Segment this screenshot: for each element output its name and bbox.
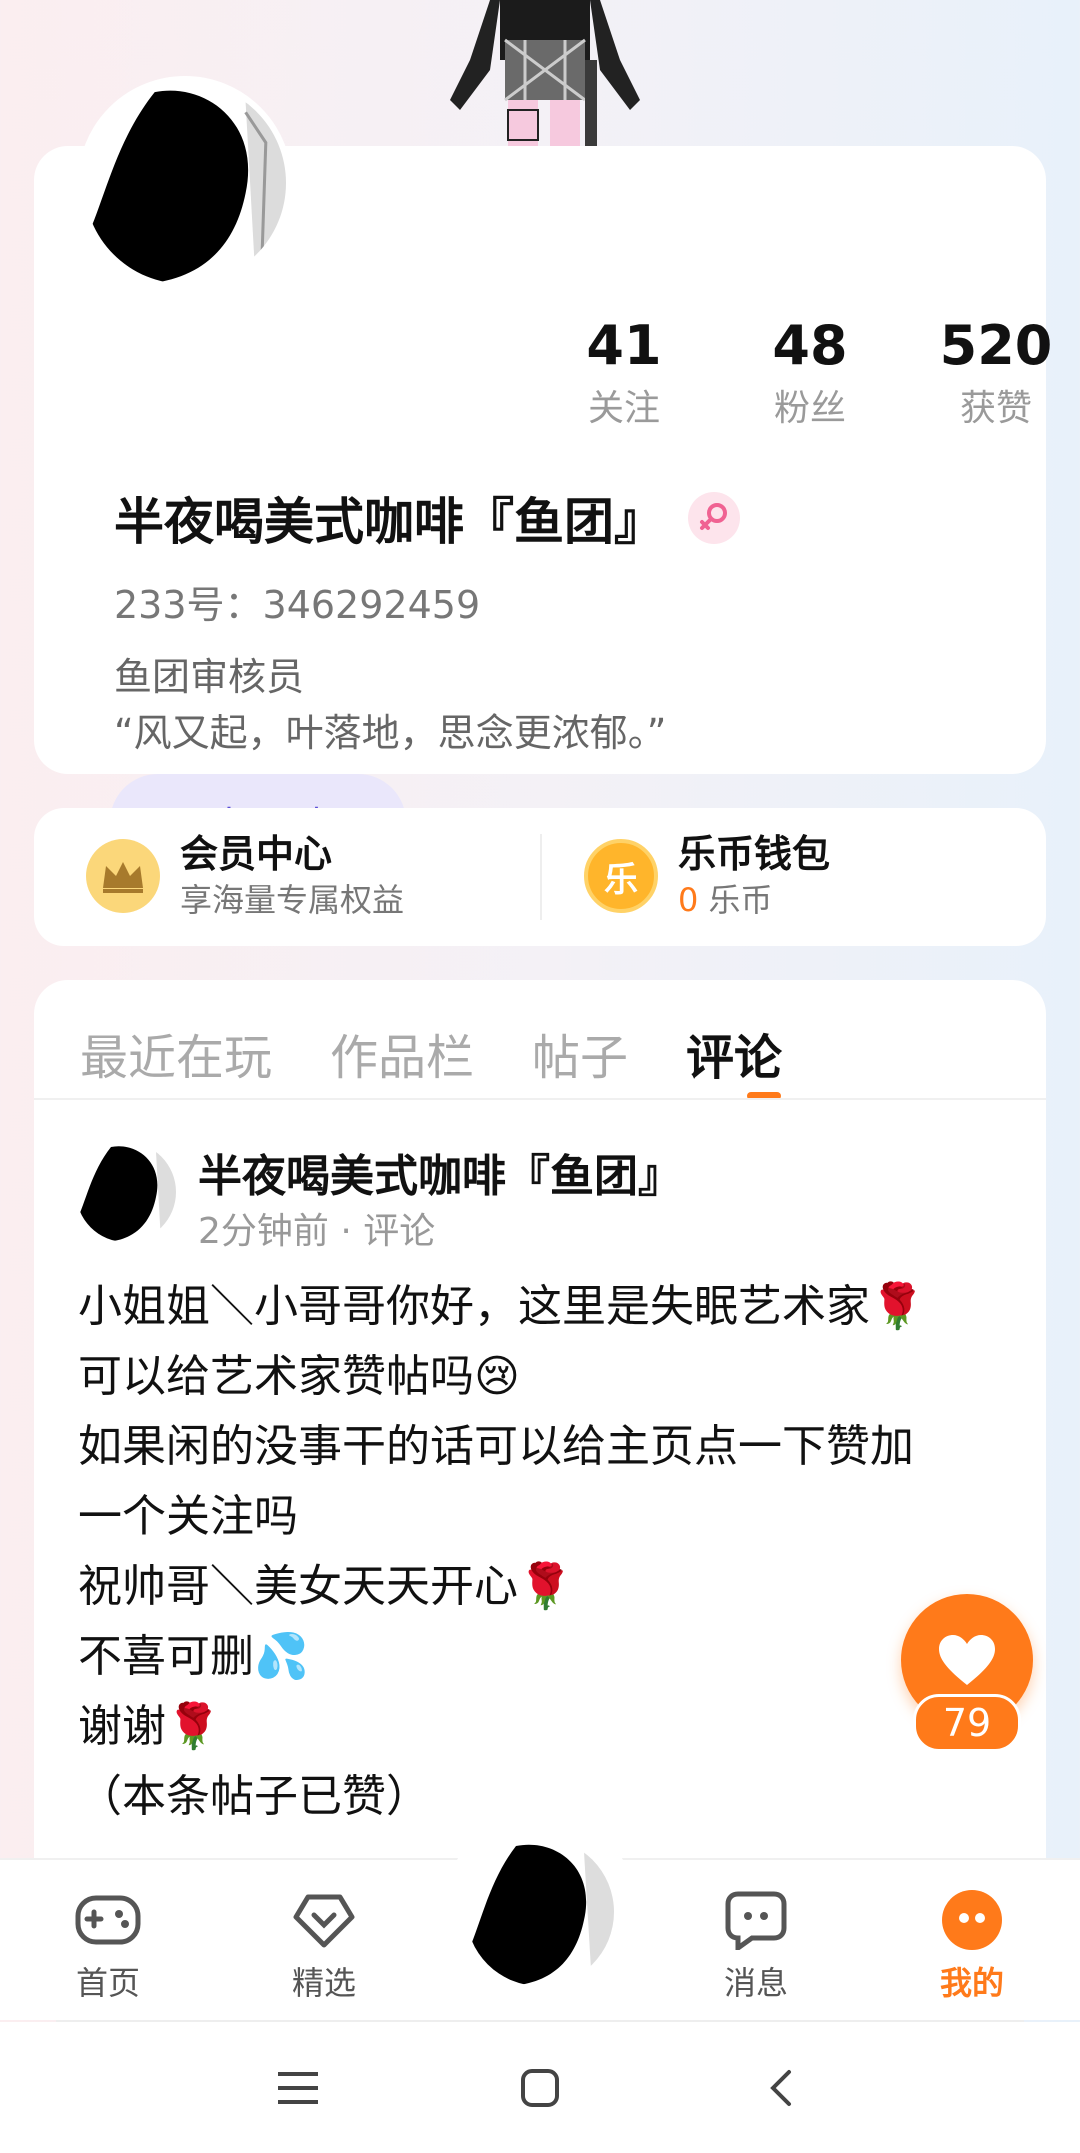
stat-following-label: 关注 xyxy=(587,388,660,429)
nav-featured[interactable]: 精选 xyxy=(264,1888,384,2004)
stat-likes[interactable]: 520 获赞 xyxy=(906,314,1080,434)
home-square-icon[interactable] xyxy=(510,2058,570,2118)
profile-role: 鱼团审核员 xyxy=(114,655,305,699)
vip-center-entry[interactable]: 会员中心 享海量专属权益 xyxy=(86,830,404,922)
profile-nickname: 半夜喝美式咖啡『鱼团』 xyxy=(114,482,740,554)
profile-stats: 41 关注 48 粉丝 520 获赞 xyxy=(534,314,1054,454)
crown-icon xyxy=(86,839,160,913)
gamepad-icon xyxy=(48,1888,168,1952)
coin-title: 乐币钱包 xyxy=(678,832,831,876)
post-meta: 2分钟前 · 评论 xyxy=(198,1211,436,1252)
stat-fans-label: 粉丝 xyxy=(773,388,846,429)
coin-unit: 乐币 xyxy=(708,881,773,919)
heart-icon xyxy=(939,1635,995,1685)
nav-mine[interactable]: 我的 xyxy=(912,1888,1032,2004)
member-wallet-card: 会员中心 享海量专属权益 乐 乐币钱包 0 乐币 xyxy=(34,808,1046,946)
tab-works[interactable]: 作品栏 xyxy=(330,1018,474,1088)
post-line: 可以给艺术家赞帖吗😢 xyxy=(78,1351,520,1402)
tabs-divider xyxy=(34,1098,1046,1100)
stat-likes-count: 520 xyxy=(939,314,1053,377)
female-gender-icon xyxy=(688,492,740,544)
coin-wallet-entry[interactable]: 乐 乐币钱包 0 乐币 xyxy=(584,830,830,922)
tab-posts[interactable]: 帖子 xyxy=(532,1018,628,1088)
coin-balance: 0 乐币 xyxy=(678,878,830,922)
nav-messages[interactable]: 消息 xyxy=(696,1888,816,2004)
profile-motto: “风又起，叶落地，思念更浓郁。” xyxy=(114,711,667,755)
back-chevron-icon[interactable] xyxy=(752,2058,812,2118)
post-line: 祝帅哥＼美女天天开心🌹 xyxy=(78,1561,573,1612)
stat-fans[interactable]: 48 粉丝 xyxy=(720,314,900,434)
profile-uid: 233号：346292459 xyxy=(114,583,481,627)
post-body[interactable]: 小姐姐＼小哥哥你好，这里是失眠艺术家🌹 可以给艺术家赞帖吗😢 如果闲的没事干的话… xyxy=(78,1272,1018,1832)
stat-following-count: 41 xyxy=(586,314,662,377)
profile-face-icon xyxy=(912,1888,1032,1952)
nav-center-avatar[interactable] xyxy=(460,1832,620,1992)
stat-likes-label: 获赞 xyxy=(959,388,1032,429)
tab-recent-play[interactable]: 最近在玩 xyxy=(80,1018,272,1088)
nav-home[interactable]: 首页 xyxy=(48,1888,168,2004)
heart-tag-icon xyxy=(264,1888,384,1952)
profile-banner-character xyxy=(430,0,660,146)
post-line: 如果闲的没事干的话可以给主页点一下赞加 xyxy=(78,1421,914,1472)
profile-avatar[interactable] xyxy=(78,76,292,290)
nav-home-label: 首页 xyxy=(75,1964,140,2002)
vip-title: 会员中心 xyxy=(180,832,333,876)
nav-mine-label: 我的 xyxy=(939,1964,1004,2002)
nav-messages-label: 消息 xyxy=(723,1964,788,2002)
nickname-text: 半夜喝美式咖啡『鱼团』 xyxy=(114,493,664,551)
profile-tabs: 最近在玩 作品栏 帖子 评论 xyxy=(80,1018,840,1088)
post-line: 谢谢🌹 xyxy=(78,1701,221,1752)
nav-featured-label: 精选 xyxy=(291,1964,356,2002)
system-nav-bar xyxy=(0,2022,1080,2153)
coin-amount: 0 xyxy=(678,881,699,919)
post-author-name[interactable]: 半夜喝美式咖啡『鱼团』 xyxy=(198,1140,682,1204)
post-line: 小姐姐＼小哥哥你好，这里是失眠艺术家🌹 xyxy=(78,1281,925,1332)
tab-comments[interactable]: 评论 xyxy=(686,1018,782,1088)
stat-fans-count: 48 xyxy=(772,314,848,377)
vip-subtitle: 享海量专属权益 xyxy=(180,881,405,919)
chat-bubble-icon xyxy=(696,1888,816,1952)
like-count-badge: 79 xyxy=(913,1694,1021,1752)
menu-icon[interactable] xyxy=(268,2058,328,2118)
coin-glyph: 乐 xyxy=(604,859,638,900)
coin-icon: 乐 xyxy=(584,839,658,913)
wallet-divider xyxy=(540,834,542,920)
post-author-avatar[interactable] xyxy=(76,1142,176,1242)
stat-following[interactable]: 41 关注 xyxy=(534,314,714,434)
post-line: 一个关注吗 xyxy=(78,1491,298,1542)
post-line: 不喜可删💦 xyxy=(78,1631,309,1682)
